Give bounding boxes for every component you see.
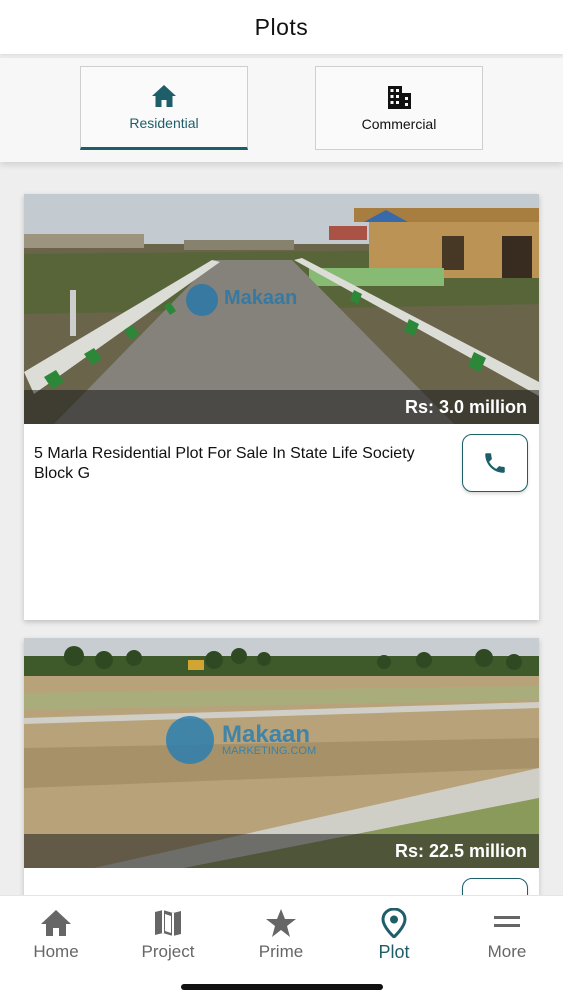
tab-commercial[interactable]: Commercial bbox=[315, 66, 483, 150]
nav-project-label: Project bbox=[141, 942, 195, 961]
nav-home-label: Home bbox=[33, 942, 79, 961]
star-icon bbox=[266, 909, 296, 937]
plot-card[interactable]: Makaan Rs: 3.0 million 5 Marla Residenti… bbox=[24, 194, 539, 620]
phone-icon bbox=[485, 453, 505, 473]
nav-home[interactable]: Home bbox=[0, 908, 112, 968]
tab-commercial-label: Commercial bbox=[361, 116, 437, 132]
plot-image[interactable]: Makaan MARKETING.COM Rs: 22.5 million bbox=[24, 638, 539, 868]
plot-price: Rs: 22.5 million bbox=[394, 840, 527, 861]
tab-residential[interactable]: Residential bbox=[80, 66, 248, 150]
nav-more[interactable]: More bbox=[451, 908, 563, 968]
call-button[interactable] bbox=[462, 878, 528, 895]
menu-icon bbox=[494, 916, 520, 927]
category-tabs: Residential Commercial bbox=[0, 58, 563, 162]
home-indicator bbox=[181, 984, 383, 990]
plot-title: 5 Marla Residential Plot For Sale In Sta… bbox=[34, 445, 415, 482]
building-icon bbox=[388, 86, 411, 109]
call-button[interactable] bbox=[462, 434, 528, 492]
watermark-text: Makaan bbox=[222, 721, 310, 748]
plot-image[interactable]: Makaan Rs: 3.0 million bbox=[24, 194, 539, 424]
nav-prime[interactable]: Prime bbox=[225, 908, 337, 968]
price-overlay: Rs: 3.0 million bbox=[24, 390, 539, 424]
plot-list[interactable]: Makaan Rs: 3.0 million 5 Marla Residenti… bbox=[0, 162, 563, 895]
nav-more-label: More bbox=[487, 942, 527, 961]
map-icon bbox=[155, 910, 181, 936]
watermark-subtext: MARKETING.COM bbox=[222, 745, 316, 757]
nav-plot[interactable]: Plot bbox=[338, 908, 450, 968]
plot-card[interactable]: Makaan MARKETING.COM Rs: 22.5 million bbox=[24, 638, 539, 895]
nav-plot-label: Plot bbox=[378, 942, 410, 962]
home-icon bbox=[41, 910, 71, 936]
nav-project[interactable]: Project bbox=[112, 908, 224, 968]
app-header: Plots bbox=[0, 0, 563, 54]
price-overlay: Rs: 22.5 million bbox=[24, 834, 539, 868]
plot-price: Rs: 3.0 million bbox=[404, 396, 527, 417]
home-icon bbox=[152, 85, 176, 107]
nav-prime-label: Prime bbox=[258, 942, 304, 961]
location-pin-icon bbox=[381, 908, 407, 938]
tab-residential-label: Residential bbox=[129, 115, 199, 131]
page-title: Plots bbox=[254, 13, 309, 40]
